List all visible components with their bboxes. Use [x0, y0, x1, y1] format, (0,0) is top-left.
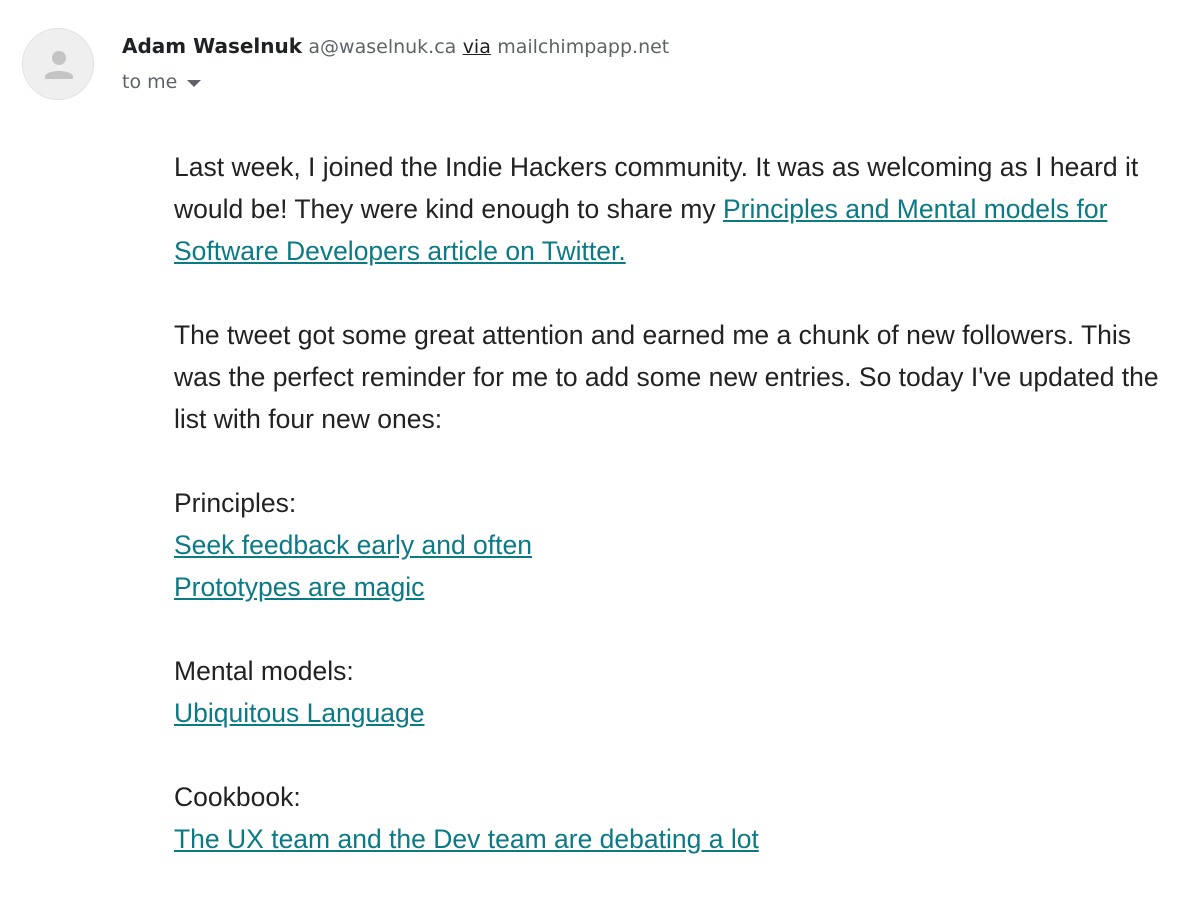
link-ux-dev-debate[interactable]: The UX team and the Dev team are debatin…: [174, 824, 759, 854]
section-cookbook: Cookbook: The UX team and the Dev team a…: [174, 776, 1174, 860]
section-heading: Mental models:: [174, 656, 354, 686]
email-body: Last week, I joined the Indie Hackers co…: [174, 146, 1174, 902]
email-header: Adam Waselnuk a@waselnuk.ca via mailchim…: [22, 28, 669, 100]
section-mental-models: Mental models: Ubiquitous Language: [174, 650, 1174, 734]
sender-line: Adam Waselnuk a@waselnuk.ca via mailchim…: [122, 32, 669, 61]
recipient-label: to me: [122, 71, 178, 93]
sender-name[interactable]: Adam Waselnuk: [122, 34, 302, 58]
paragraph-update: The tweet got some great attention and e…: [174, 320, 1159, 434]
link-prototypes[interactable]: Prototypes are magic: [174, 572, 424, 602]
person-icon: [45, 51, 73, 79]
sender-avatar[interactable]: [22, 28, 94, 100]
paragraph-intro: Last week, I joined the Indie Hackers co…: [174, 146, 1174, 272]
sender-email: a@waselnuk.ca: [308, 36, 457, 58]
link-ubiquitous-language[interactable]: Ubiquitous Language: [174, 698, 424, 728]
section-principles: Principles: Seek feedback early and ofte…: [174, 482, 1174, 608]
recipient-line[interactable]: to me: [122, 69, 669, 95]
section-heading: Cookbook:: [174, 782, 301, 812]
via-link[interactable]: via: [463, 36, 491, 58]
section-heading: Principles:: [174, 488, 297, 518]
caret-down-icon[interactable]: [187, 69, 202, 95]
via-domain: mailchimpapp.net: [497, 36, 670, 58]
sender-info: Adam Waselnuk a@waselnuk.ca via mailchim…: [122, 32, 669, 95]
link-seek-feedback[interactable]: Seek feedback early and often: [174, 530, 532, 560]
